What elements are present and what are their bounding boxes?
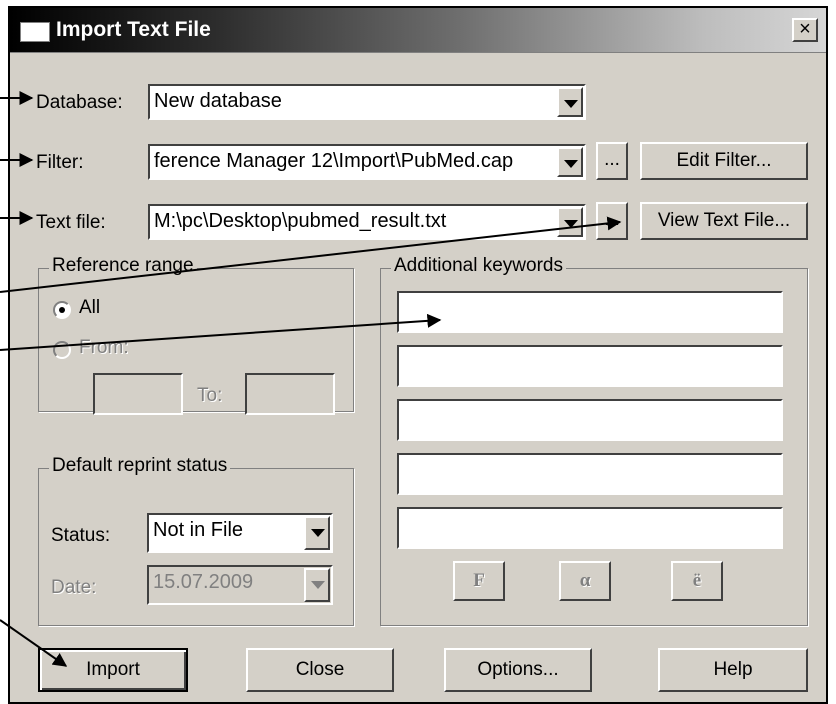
- keyword-input-2[interactable]: [397, 345, 783, 387]
- keyword-input-1[interactable]: [397, 291, 783, 333]
- status-label: Status:: [51, 525, 111, 546]
- range-to-input[interactable]: [245, 373, 335, 415]
- range-from-input[interactable]: [93, 373, 183, 415]
- import-button[interactable]: Import: [38, 648, 188, 692]
- close-button[interactable]: Close: [246, 648, 394, 692]
- textfile-label: Text file:: [36, 212, 106, 233]
- edit-filter-button[interactable]: Edit Filter...: [640, 142, 808, 180]
- status-value: Not in File: [153, 519, 244, 541]
- reference-range-group: Reference range All From: To:: [38, 255, 354, 415]
- range-from-label: From:: [79, 337, 129, 358]
- range-all-label: All: [79, 297, 101, 318]
- chevron-down-icon[interactable]: [304, 516, 330, 550]
- view-text-file-button[interactable]: View Text File...: [640, 202, 808, 240]
- filter-browse-button[interactable]: ...: [596, 142, 628, 180]
- keyword-input-4[interactable]: [397, 453, 783, 495]
- bold-format-button[interactable]: F: [453, 561, 505, 601]
- filter-label: Filter:: [36, 152, 84, 173]
- chevron-down-icon[interactable]: [557, 147, 583, 177]
- special-char-button[interactable]: ë: [671, 561, 723, 601]
- textfile-browse-button[interactable]: ...: [596, 202, 628, 240]
- window-title: Import Text File: [56, 18, 211, 41]
- status-select[interactable]: Not in File: [147, 513, 333, 553]
- close-icon[interactable]: ×: [792, 18, 818, 42]
- textfile-value: M:\pc\Desktop\pubmed_result.txt: [154, 210, 447, 232]
- reference-range-legend: Reference range: [49, 255, 197, 277]
- chevron-down-icon[interactable]: [557, 87, 583, 117]
- help-button[interactable]: Help: [658, 648, 808, 692]
- additional-keywords-group: Additional keywords F α ë: [380, 255, 808, 626]
- filter-value: ference Manager 12\Import\PubMed.cap: [154, 150, 514, 172]
- date-label: Date:: [51, 577, 97, 598]
- range-from-radio[interactable]: [53, 341, 71, 359]
- database-value: New database: [154, 90, 282, 112]
- date-select[interactable]: 15.07.2009: [147, 565, 333, 605]
- reprint-status-legend: Default reprint status: [49, 455, 231, 477]
- keyword-input-3[interactable]: [397, 399, 783, 441]
- chevron-down-icon[interactable]: [557, 207, 583, 237]
- range-all-radio[interactable]: [53, 301, 71, 319]
- database-label: Database:: [36, 92, 123, 113]
- filter-select[interactable]: ference Manager 12\Import\PubMed.cap: [148, 144, 586, 180]
- range-to-label: To:: [197, 385, 223, 406]
- additional-keywords-legend: Additional keywords: [391, 255, 566, 277]
- chevron-down-icon[interactable]: [304, 568, 330, 602]
- import-text-file-dialog: Import Text File × Database: New databas…: [8, 6, 828, 704]
- keyword-input-5[interactable]: [397, 507, 783, 549]
- textfile-select[interactable]: M:\pc\Desktop\pubmed_result.txt: [148, 204, 586, 240]
- window-icon: [20, 22, 50, 42]
- database-select[interactable]: New database: [148, 84, 586, 120]
- reprint-status-group: Default reprint status Status: Not in Fi…: [38, 455, 354, 626]
- options-button[interactable]: Options...: [444, 648, 592, 692]
- title-bar[interactable]: Import Text File ×: [10, 8, 826, 53]
- date-value: 15.07.2009: [153, 571, 254, 593]
- symbol-alpha-button[interactable]: α: [559, 561, 611, 601]
